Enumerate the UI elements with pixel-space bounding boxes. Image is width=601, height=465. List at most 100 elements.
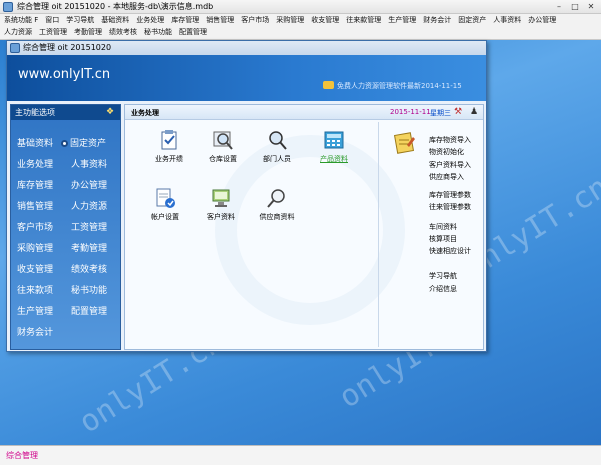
notebook-icon xyxy=(393,131,417,155)
magnifier-icon xyxy=(266,187,288,209)
menu-basic-data[interactable]: 基础资料 xyxy=(101,14,129,26)
sidebar-item-business[interactable]: 业务处理 xyxy=(17,157,53,170)
menu-purchasing[interactable]: 采购管理 xyxy=(276,14,304,26)
sidebar-item-config[interactable]: 配置管理 xyxy=(71,304,107,317)
menu-learning[interactable]: 学习导航 xyxy=(66,14,94,26)
sidebar-header: 主功能选项 ❖ xyxy=(11,105,120,120)
banner-slogan[interactable]: 免费人力资源管理软件最新2014-11-15 xyxy=(337,81,462,91)
sidebar-item-attendance[interactable]: 考勤管理 xyxy=(71,241,107,254)
maximize-button[interactable]: □ xyxy=(568,1,582,12)
tools-icon[interactable]: ⚒ xyxy=(454,107,464,117)
menu-production[interactable]: 生产管理 xyxy=(388,14,416,26)
sidebar-item-secretary[interactable]: 秘书功能 xyxy=(71,283,107,296)
computer-icon xyxy=(210,187,232,209)
status-text: 综合管理 xyxy=(6,451,38,460)
app-titlebar: 综合管理 oit 20151020 - 本地服务-db\演示信息.mdb – □… xyxy=(0,0,601,14)
link-import-suppliers[interactable]: 供应商导入 xyxy=(429,172,464,182)
app-title: 综合管理 oit 20151020 - 本地服务-db\演示信息.mdb xyxy=(17,2,214,11)
menu-row-1: 系统功能 F 窗口 学习导航 基础资料 业务处理 库存管理 销售管理 客户市场 … xyxy=(4,14,563,26)
sidebar-item-fixed-assets[interactable]: 固定资产 xyxy=(61,136,106,149)
menu-accounts[interactable]: 往来款管理 xyxy=(346,14,381,26)
document-icon xyxy=(154,187,176,209)
inner-title: 综合管理 oit 20151020 xyxy=(23,43,112,52)
menu-window[interactable]: 窗口 xyxy=(45,14,59,26)
menu-payroll[interactable]: 工资管理 xyxy=(39,26,67,38)
tile-business-start[interactable]: 业务开缋 xyxy=(141,129,197,167)
current-weekday: 星期三 xyxy=(430,109,451,117)
sidebar-item-label: 固定资产 xyxy=(70,139,107,149)
tile-label: 帐户设置 xyxy=(151,213,179,221)
sidebar: 主功能选项 ❖ 基础资料 固定资产 业务处理 人事资料 库存管理 办公管理 销售… xyxy=(10,104,121,350)
sidebar-item-inventory[interactable]: 库存管理 xyxy=(17,178,53,191)
sidebar-item-accounts[interactable]: 往来款项 xyxy=(17,283,53,296)
link-accounts-params[interactable]: 往来管理参数 xyxy=(429,202,471,212)
menu-performance[interactable]: 绩效考核 xyxy=(109,26,137,38)
sidebar-item-sales[interactable]: 销售管理 xyxy=(17,199,53,212)
tile-label: 仓库设置 xyxy=(209,155,237,163)
tile-customer-data[interactable]: 客户资料 xyxy=(193,187,249,225)
tile-label: 业务开缋 xyxy=(155,155,183,163)
calculator-icon xyxy=(323,129,345,151)
sidebar-title: 主功能选项 xyxy=(15,108,55,117)
tile-warehouse-setup[interactable]: 仓库设置 xyxy=(195,129,251,167)
menu-human-resources[interactable]: 人力资源 xyxy=(4,26,32,38)
link-workshop-data[interactable]: 车间资料 xyxy=(429,222,457,232)
main-window: 综合管理 oit 20151020 www.onlyIT.cn 免费人力资源管理… xyxy=(6,40,487,352)
pin-icon[interactable]: ❖ xyxy=(106,107,116,117)
tile-department-staff[interactable]: 部门人员 xyxy=(249,129,305,167)
tile-account-setup[interactable]: 帐户设置 xyxy=(137,187,193,225)
menu-business[interactable]: 业务处理 xyxy=(136,14,164,26)
inner-window-icon xyxy=(10,43,20,53)
menu-customers[interactable]: 客户市场 xyxy=(241,14,269,26)
tile-product-data[interactable]: 产品资料 xyxy=(306,129,362,167)
menu-inventory[interactable]: 库存管理 xyxy=(171,14,199,26)
menu-finance[interactable]: 财务会计 xyxy=(423,14,451,26)
sidebar-item-customers[interactable]: 客户市场 xyxy=(17,220,53,233)
sidebar-item-production[interactable]: 生产管理 xyxy=(17,304,53,317)
close-button[interactable]: ✕ xyxy=(584,1,598,12)
menu-config[interactable]: 配置管理 xyxy=(179,26,207,38)
inner-titlebar: 综合管理 oit 20151020 xyxy=(7,41,486,55)
tile-label: 客户资料 xyxy=(207,213,235,221)
banner: www.onlyIT.cn 免费人力资源管理软件最新2014-11-15 xyxy=(7,55,486,101)
sidebar-item-finance[interactable]: 财务会计 xyxy=(17,325,53,338)
link-init-inventory[interactable]: 物资初始化 xyxy=(429,147,464,157)
menu-income[interactable]: 收支管理 xyxy=(311,14,339,26)
menu-office[interactable]: 办公管理 xyxy=(528,14,556,26)
menu-hr-data[interactable]: 人事资料 xyxy=(493,14,521,26)
app-icon xyxy=(3,2,13,12)
sidebar-item-performance[interactable]: 绩效考核 xyxy=(71,262,107,275)
gift-icon xyxy=(323,81,334,89)
link-introduction[interactable]: 介绍信息 xyxy=(429,284,457,294)
menu-assets[interactable]: 固定资产 xyxy=(458,14,486,26)
sidebar-item-payroll[interactable]: 工资管理 xyxy=(71,220,107,233)
link-import-customers[interactable]: 客户资料导入 xyxy=(429,160,471,170)
sidebar-item-hr-data[interactable]: 人事资料 xyxy=(71,157,107,170)
sidebar-item-income[interactable]: 收支管理 xyxy=(17,262,53,275)
menu-sales[interactable]: 销售管理 xyxy=(206,14,234,26)
menu-attendance[interactable]: 考勤管理 xyxy=(74,26,102,38)
user-icon[interactable]: ♟ xyxy=(470,107,480,117)
magnifier-icon xyxy=(212,129,234,151)
current-date: 2015-11-11 xyxy=(390,108,431,116)
menubar: 系统功能 F 窗口 学习导航 基础资料 业务处理 库存管理 销售管理 客户市场 … xyxy=(0,14,601,40)
sidebar-item-human-resources[interactable]: 人力资源 xyxy=(71,199,107,212)
business-panel: 业务处理 2015-11-11 星期三 ⚒ ♟ 业务开缋 仓库设置 部门人员 产… xyxy=(124,104,484,350)
sidebar-item-office[interactable]: 办公管理 xyxy=(71,178,107,191)
sidebar-item-basic-data[interactable]: 基础资料 xyxy=(17,136,53,149)
tile-label: 产品资料 xyxy=(320,155,348,163)
menu-secretary[interactable]: 秘书功能 xyxy=(144,26,172,38)
link-accounting-items[interactable]: 核算项目 xyxy=(429,234,457,244)
sidebar-item-purchasing[interactable]: 采购管理 xyxy=(17,241,53,254)
panel-divider xyxy=(378,122,379,347)
panel-title: 业务处理 xyxy=(131,109,159,117)
clipboard-icon xyxy=(158,129,180,151)
menu-system[interactable]: 系统功能 F xyxy=(4,14,38,26)
link-quick-design[interactable]: 快速相应设计 xyxy=(429,246,471,256)
minimize-button[interactable]: – xyxy=(552,1,566,12)
link-inventory-params[interactable]: 库存管理参数 xyxy=(429,190,471,200)
tile-supplier-data[interactable]: 供应商资料 xyxy=(249,187,305,225)
link-import-inventory[interactable]: 库存物资导入 xyxy=(429,135,471,145)
radio-icon xyxy=(61,140,68,147)
link-learning-guide[interactable]: 学习导航 xyxy=(429,271,457,281)
